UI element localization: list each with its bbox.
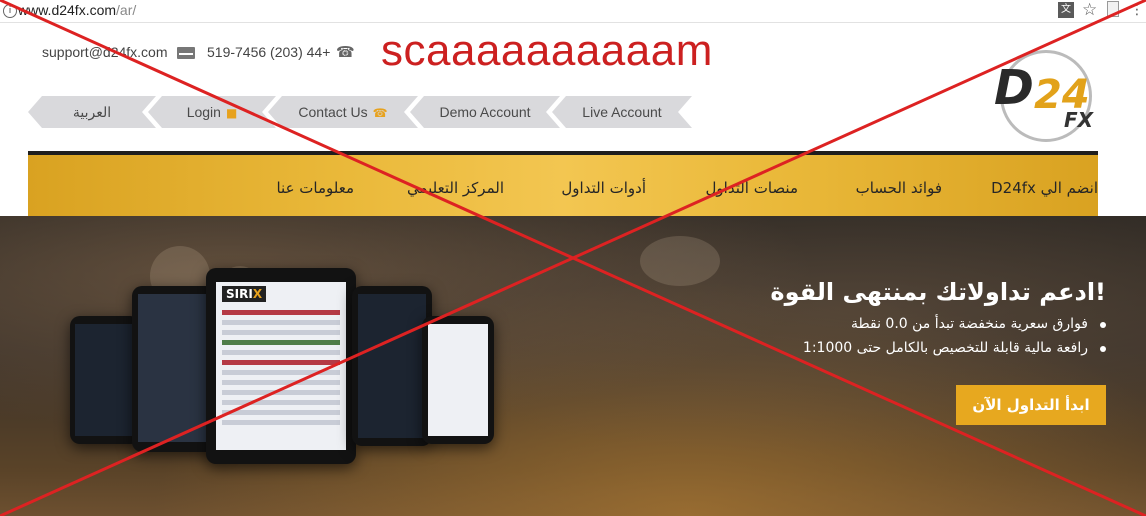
start-trading-button[interactable]: ابدأ التداول الآن [956,385,1106,425]
menu-trading-tools[interactable]: أدوات التداول [561,179,646,197]
menu-about-us[interactable]: معلومات عنا [276,179,354,197]
main-menu: انضم الي D24fx فوائد الحساب منصات التداو… [28,151,1098,219]
translate-icon[interactable]: 文 [1058,2,1074,18]
nav-arabic[interactable]: العربية [28,96,156,128]
nav-live-account[interactable]: Live Account [552,96,692,128]
browser-address-bar[interactable]: i www.d24fx.com/ar/ 文 ☆ ⋮ [0,0,1146,23]
logo-fx: FX [1064,108,1094,132]
menu-education-center[interactable]: المركز التعليمي [407,179,504,197]
menu-join-d24fx[interactable]: انضم الي D24fx [991,179,1098,197]
hero-bullet: فوارق سعرية منخفضة تبدأ من 0.0 نقطة [706,316,1106,332]
tablet-device-main: SIRIX [206,268,356,464]
support-email[interactable]: support@d24fx.com [42,44,168,60]
logo-d: D [994,60,1034,116]
bullet-dot [1100,346,1106,352]
sirix-logo: SIRIX [222,286,267,302]
bokeh-light [640,236,720,286]
hero-bullet: رافعة مالية قابلة للتخصيص بالكامل حتى 1:… [706,340,1106,356]
d24fx-logo[interactable]: D 24 FX [990,48,1110,142]
envelope-icon [177,47,195,59]
browser-menu-icon[interactable]: ⋮ [1130,2,1144,18]
menu-account-benefits[interactable]: فوائد الحساب [856,179,942,197]
nav-demo-account[interactable]: Demo Account [410,96,560,128]
hero-title: !ادعم تداولاتك بمنتهى القوة [770,278,1106,306]
lock-icon: ■ [225,106,238,120]
extension-icon[interactable] [1107,1,1119,17]
phone-device [70,316,140,444]
scam-overlay-text: scaaaaaaaaaam [381,26,713,75]
phone-number[interactable]: 519-7456 (203) 44+ [207,44,330,60]
bookmark-star-icon[interactable]: ☆ [1082,0,1097,20]
url-text[interactable]: www.d24fx.com/ar/ [18,2,136,18]
phone-icon: ☎ [336,43,355,61]
bullet-dot [1100,322,1106,328]
menu-trading-platforms[interactable]: منصات التداول [706,179,798,197]
nav-login[interactable]: Login ■ [148,96,276,128]
hero-bullets: فوارق سعرية منخفضة تبدأ من 0.0 نقطة رافع… [706,316,1106,364]
phone-icon: ☎ [372,106,388,120]
tablet-device-right [352,286,432,446]
hero-banner: SIRIX !ادعم تداولاتك بمنتهى القوة فوارق … [0,216,1146,516]
phone-device-right [422,316,494,444]
info-icon[interactable]: i [3,4,17,18]
nav-contact-us[interactable]: Contact Us ☎ [268,96,418,128]
